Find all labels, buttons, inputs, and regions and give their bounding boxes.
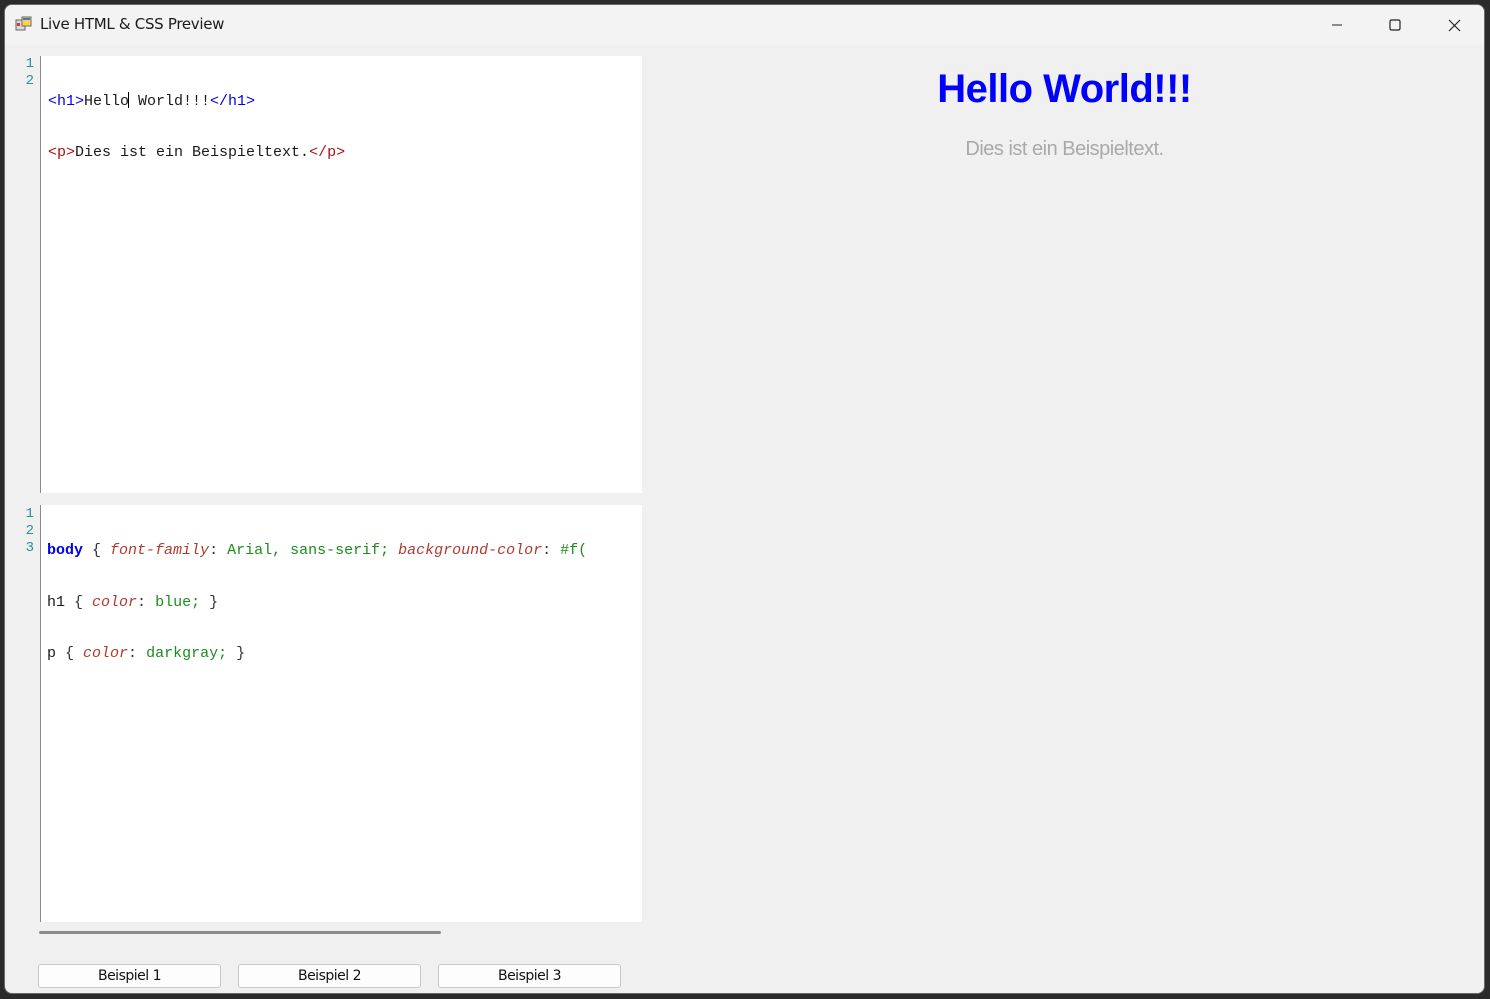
code-token: body: [47, 542, 84, 559]
line-number: 1: [25, 56, 34, 72]
code-token: Dies ist ein Beispieltext.: [75, 143, 310, 161]
code-line: <p>Dies ist ein Beispieltext.</p>: [48, 144, 642, 162]
preview-heading: Hello World!!!: [937, 67, 1192, 111]
minimize-icon: [1332, 24, 1342, 26]
code-line: h1 { color: blue; }: [47, 594, 642, 612]
code-token: Hello: [84, 93, 130, 110]
code-token: h1: [47, 593, 66, 611]
code-token: :: [209, 542, 228, 559]
css-code[interactable]: body { font-family: Arial, sans-serif; b…: [47, 508, 642, 697]
example-1-button[interactable]: Beispiel 1: [38, 964, 221, 988]
maximize-icon: [1389, 19, 1401, 31]
code-token: :: [128, 645, 147, 662]
code-token: color: [83, 645, 129, 662]
code-token: #f(: [560, 542, 588, 559]
app-icon: [15, 15, 33, 33]
line-number: 2: [25, 523, 34, 539]
close-button[interactable]: [1425, 5, 1483, 45]
code-line: body { font-family: Arial, sans-serif; b…: [47, 542, 642, 560]
css-editor-gutter: 1 2 3: [17, 505, 41, 922]
html-code[interactable]: <h1>Hello World!!!</h1> <p>Dies ist ein …: [48, 58, 642, 195]
code-token: color: [92, 593, 138, 611]
code-token: background-color: [398, 542, 543, 559]
code-line: <h1>Hello World!!!</h1>: [48, 92, 642, 110]
code-token: :: [542, 542, 561, 559]
line-number: 1: [25, 506, 34, 522]
code-token: </h1>: [210, 93, 256, 110]
app-window: Live HTML & CSS Preview 1 2 <h1>Hello Wo…: [4, 4, 1485, 994]
code-token: blue;: [155, 593, 201, 611]
preview-pane: Hello World!!! Dies ist ein Beispieltext…: [645, 45, 1484, 993]
code-token: {: [83, 542, 111, 559]
close-icon: [1448, 19, 1460, 31]
example-3-button[interactable]: Beispiel 3: [438, 964, 621, 988]
window-title: Live HTML & CSS Preview: [40, 15, 225, 33]
code-token: :: [137, 593, 156, 611]
code-token: {: [65, 593, 93, 611]
code-token: font-family: [110, 542, 210, 559]
css-editor[interactable]: 1 2 3 body { font-family: Arial, sans-se…: [17, 505, 642, 922]
code-line: p { color: darkgray; }: [47, 645, 642, 663]
html-editor[interactable]: 1 2 <h1>Hello World!!!</h1> <p>Dies ist …: [17, 56, 642, 493]
line-number: 3: [25, 540, 34, 556]
preview-paragraph: Dies ist ein Beispieltext.: [965, 138, 1164, 160]
html-editor-gutter: 1 2: [17, 56, 41, 493]
code-token: </p>: [309, 143, 346, 161]
code-token: Arial, sans-serif;: [227, 542, 390, 559]
minimize-button[interactable]: [1308, 5, 1366, 45]
code-token: p: [47, 645, 57, 662]
code-token: }: [200, 593, 219, 611]
maximize-button[interactable]: [1366, 5, 1424, 45]
code-token: }: [227, 645, 246, 662]
example-2-button[interactable]: Beispiel 2: [238, 964, 421, 988]
code-token: <h1>: [48, 93, 85, 110]
code-token: World!!!: [129, 93, 211, 110]
code-token: darkgray;: [146, 645, 228, 662]
title-bar[interactable]: Live HTML & CSS Preview: [5, 5, 1484, 45]
horizontal-scrollbar[interactable]: [39, 931, 441, 934]
code-token: <p>: [48, 143, 76, 161]
line-number: 2: [25, 73, 34, 89]
code-token: {: [56, 645, 84, 662]
